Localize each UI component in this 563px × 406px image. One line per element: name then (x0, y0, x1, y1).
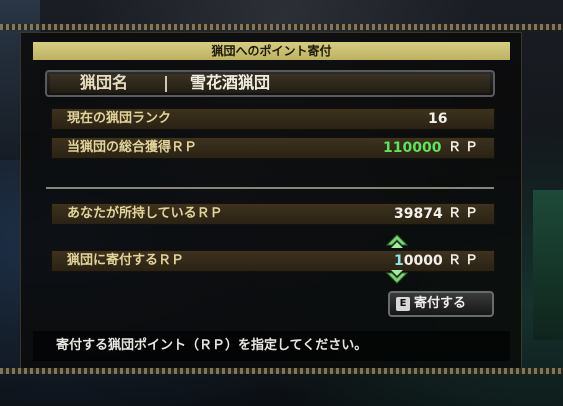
dialog-title: 猟団へのポイント寄付 (33, 42, 510, 60)
total-rp-value: 110000 (383, 140, 442, 156)
total-rp-row: 当猟団の総合獲得ＲＰ 110000 ＲＰ (51, 137, 495, 159)
instruction-text: 寄付する猟団ポイント（ＲＰ）を指定してください。 (56, 338, 368, 353)
donate-rp-remaining-digits: 0000 (403, 253, 443, 269)
donate-button-label: 寄付する (414, 296, 467, 311)
background-character-right (533, 190, 563, 340)
rank-label: 現在の猟団ランク (67, 111, 172, 126)
donate-button[interactable]: E 寄付する (388, 291, 494, 317)
rank-row: 現在の猟団ランク 16 (51, 108, 495, 130)
arrow-down-icon[interactable] (386, 266, 408, 284)
bottom-border-stripe (0, 368, 563, 374)
total-rp-unit: ＲＰ (447, 140, 482, 155)
e-key-icon: E (396, 297, 410, 311)
name-separator (165, 76, 167, 92)
game-scene-background: 猟団へのポイント寄付 猟団名 雪花酒猟団 現在の猟団ランク 16 当猟団の総合獲… (0, 0, 563, 406)
owned-rp-unit: ＲＰ (447, 206, 482, 221)
top-border-stripe (0, 24, 563, 30)
donate-rp-label: 猟団に寄付するＲＰ (67, 253, 185, 268)
hunting-group-name-label: 猟団名 (80, 73, 129, 92)
rank-value: 16 (428, 111, 448, 127)
owned-rp-row: あなたが所持しているＲＰ 39874 ＲＰ (51, 203, 495, 225)
donate-rp-row[interactable]: 猟団に寄付するＲＰ 10000 ＲＰ (51, 250, 495, 272)
section-divider (46, 187, 494, 189)
owned-rp-value: 39874 (394, 206, 443, 222)
hunting-group-name-value: 雪花酒猟団 (190, 73, 271, 92)
donate-rp-unit: ＲＰ (447, 253, 482, 268)
owned-rp-label: あなたが所持しているＲＰ (67, 206, 223, 221)
total-rp-label: 当猟団の総合獲得ＲＰ (67, 140, 198, 155)
